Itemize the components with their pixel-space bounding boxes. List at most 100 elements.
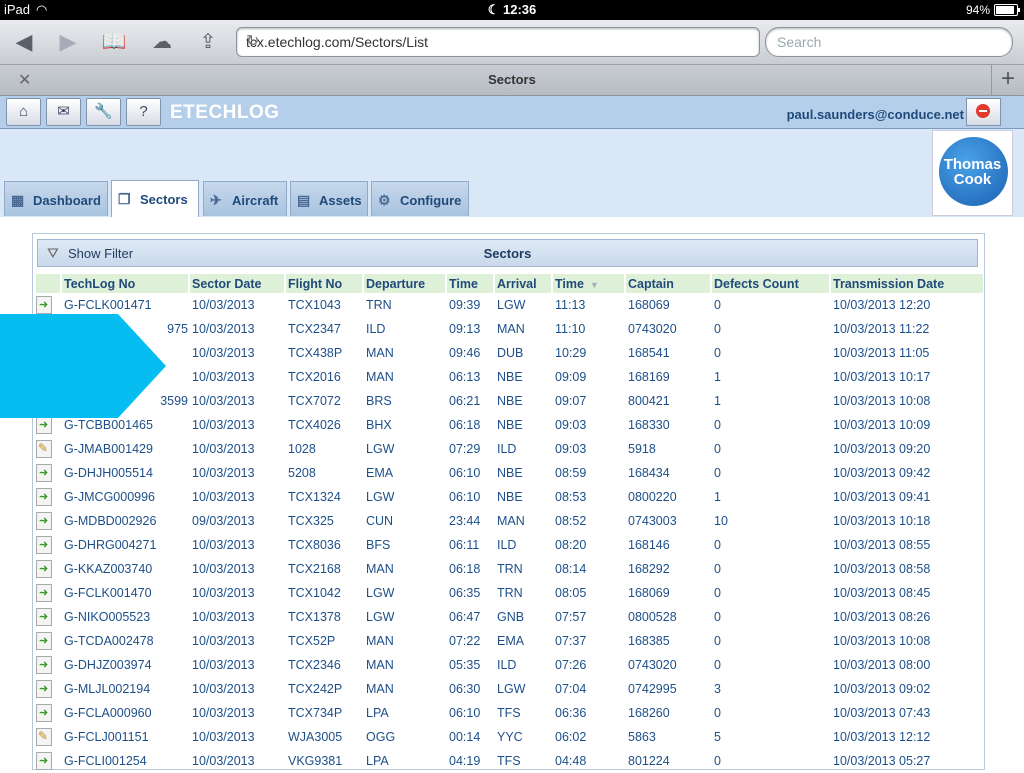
row-icon-cell[interactable]	[36, 533, 60, 557]
table-row[interactable]: G-NIKO005523 10/03/2013 TCX1378 LGW 06:47 GNB…	[36, 605, 983, 629]
table-row[interactable]: G-DHRG004271 10/03/2013 TCX8036 BFS 06:11 ILD…	[36, 533, 983, 557]
cell-arr-time: 08:14	[555, 562, 587, 576]
cell-techlog-no[interactable]: G-KKAZ003740	[62, 557, 188, 581]
row-icon-cell[interactable]	[36, 605, 60, 629]
cell-techlog-no[interactable]: G-MLJL002194	[62, 677, 188, 701]
open-document-icon[interactable]	[36, 536, 52, 554]
table-row[interactable]: G-TCDA002478 10/03/2013 TCX52P MAN 07:22 EMA 0…	[36, 629, 983, 653]
col-transmission-date[interactable]: Transmission Date	[831, 274, 983, 293]
home-button[interactable]: ⌂	[6, 98, 41, 126]
cell-techlog-no[interactable]: G-FCLI001254	[62, 749, 188, 773]
reload-icon[interactable]: ↻	[246, 31, 753, 51]
edit-document-icon[interactable]	[36, 440, 52, 458]
tools-button[interactable]: 🔧	[86, 98, 121, 126]
table-row[interactable]: G-DHJZ003974 10/03/2013 TCX2346 MAN 05:35 ILD…	[36, 653, 983, 677]
table-row[interactable]: G-KKAZ003740 10/03/2013 TCX2168 MAN 06:18 TRN…	[36, 557, 983, 581]
forward-icon[interactable]: ▶	[50, 29, 86, 55]
tab-title[interactable]: Sectors	[0, 72, 1024, 87]
cell-departure: EMA	[366, 466, 394, 480]
table-row[interactable]: G-JMCG000996 10/03/2013 TCX1324 LGW 06:10 NBE…	[36, 485, 983, 509]
col-sector-date[interactable]: Sector Date	[190, 274, 284, 293]
tab-sectors[interactable]: ❐ Sectors	[111, 180, 199, 217]
edit-document-icon[interactable]	[36, 728, 52, 746]
table-row[interactable]: G-FCLJ001151 10/03/2013 WJA3005 OGG 00:14 YYC…	[36, 725, 983, 749]
col-dep-time[interactable]: Time	[447, 274, 493, 293]
open-document-icon[interactable]	[36, 704, 52, 722]
open-document-icon[interactable]	[36, 656, 52, 674]
table-row[interactable]: G-DHJH005514 10/03/2013 5208 EMA 06:10 NBE 08:…	[36, 461, 983, 485]
table-row[interactable]: G-FCLI001254 10/03/2013 VKG9381 LPA 04:19 TFS…	[36, 749, 983, 773]
cell-techlog-no[interactable]: G-JMCG000996	[62, 485, 188, 509]
table-row[interactable]: 10/03/2013 TCX438P MAN 09:46 DUB 10:29 168541 0…	[36, 341, 983, 365]
open-document-icon[interactable]	[36, 584, 52, 602]
cell-techlog-no[interactable]: G-DHJZ003974	[62, 653, 188, 677]
logout-button[interactable]	[966, 98, 1001, 126]
open-document-icon[interactable]	[36, 752, 52, 770]
row-icon-cell[interactable]	[36, 749, 60, 773]
row-icon-cell[interactable]	[36, 461, 60, 485]
tab-configure[interactable]: ⚙ Configure	[371, 181, 469, 216]
table-row[interactable]: G-JMAB001429 10/03/2013 1028 LGW 07:29 ILD 09:…	[36, 437, 983, 461]
open-document-icon[interactable]	[36, 560, 52, 578]
mail-button[interactable]: ✉	[46, 98, 81, 126]
table-row[interactable]: G-FCLK001470 10/03/2013 TCX1042 LGW 06:35 TRN…	[36, 581, 983, 605]
cell-techlog-no[interactable]: G-FCLA000960	[62, 701, 188, 725]
open-document-icon[interactable]	[36, 680, 52, 698]
row-icon-cell[interactable]	[36, 485, 60, 509]
row-icon-cell[interactable]	[36, 653, 60, 677]
col-departure[interactable]: Departure	[364, 274, 445, 293]
new-tab-button[interactable]: +	[991, 65, 1024, 95]
row-icon-cell[interactable]	[36, 581, 60, 605]
col-flight-no[interactable]: Flight No	[286, 274, 362, 293]
back-icon[interactable]: ◀	[6, 29, 42, 55]
open-document-icon[interactable]	[36, 488, 52, 506]
col-arr-time[interactable]: Time ▼	[553, 274, 624, 293]
cell-techlog-no[interactable]: G-NIKO005523	[62, 605, 188, 629]
open-document-icon[interactable]	[36, 416, 52, 434]
row-icon-cell[interactable]	[36, 677, 60, 701]
tab-assets[interactable]: ▤ Assets	[290, 181, 368, 216]
cell-defects-count: 0	[714, 322, 721, 336]
row-icon-cell[interactable]	[36, 725, 60, 749]
open-document-icon[interactable]	[36, 296, 52, 314]
table-row[interactable]: 359910/03/2013TCX7072BRS06:21NBE09:07800…	[36, 389, 983, 413]
url-field[interactable]: tcx.etechlog.com/Sectors/List ↻	[236, 27, 760, 57]
open-document-icon[interactable]	[36, 512, 52, 530]
cell-techlog-no[interactable]: G-TCDA002478	[62, 629, 188, 653]
cell-techlog-no[interactable]: G-JMAB001429	[62, 437, 188, 461]
cell-techlog-no[interactable]: G-FCLK001470	[62, 581, 188, 605]
row-icon-cell[interactable]	[36, 509, 60, 533]
cell-techlog-no[interactable]: G-DHRG004271	[62, 533, 188, 557]
col-captain[interactable]: Captain	[626, 274, 710, 293]
cell-flight-no: TCX2346	[288, 658, 341, 672]
row-icon-cell[interactable]	[36, 437, 60, 461]
table-row[interactable]: G-FCLA000960 10/03/2013 TCX734P LPA 06:10 TFS…	[36, 701, 983, 725]
row-icon-cell[interactable]	[36, 701, 60, 725]
cloud-icon[interactable]: ☁	[144, 29, 180, 55]
search-field[interactable]: Search	[765, 27, 1013, 57]
table-row[interactable]: 97510/03/2013TCX2347ILD09:13MAN11:100743…	[36, 317, 983, 341]
tab-aircraft[interactable]: ✈ Aircraft	[203, 181, 287, 216]
cell-techlog-no[interactable]: G-FCLJ001151	[62, 725, 188, 749]
table-row[interactable]: G-MDBD002926 09/03/2013 TCX325 CUN 23:44 MAN 0…	[36, 509, 983, 533]
col-defects-count[interactable]: Defects Count	[712, 274, 829, 293]
table-row[interactable]: G-TCBB00146510/03/2013TCX4026BHX06:18NBE…	[36, 413, 983, 437]
bookmarks-icon[interactable]: 📖	[96, 29, 132, 55]
table-row[interactable]: 10/03/2013 TCX2016 MAN 06:13 NBE 09:09 168169 1…	[36, 365, 983, 389]
share-icon[interactable]: ⇪	[190, 29, 226, 55]
open-document-icon[interactable]	[36, 464, 52, 482]
row-icon-cell[interactable]	[36, 629, 60, 653]
tab-dashboard[interactable]: ▦ Dashboard	[4, 181, 108, 216]
col-techlog-no[interactable]: TechLog No	[62, 274, 188, 293]
cell-departure: LPA	[366, 706, 389, 720]
col-arrival[interactable]: Arrival	[495, 274, 551, 293]
help-button[interactable]: ?	[126, 98, 161, 126]
cell-techlog-no[interactable]: G-DHJH005514	[62, 461, 188, 485]
row-icon-cell[interactable]	[36, 557, 60, 581]
table-row[interactable]: G-MLJL002194 10/03/2013 TCX242P MAN 06:30 LGW…	[36, 677, 983, 701]
user-email[interactable]: paul.saunders@conduce.net	[787, 107, 964, 122]
open-document-icon[interactable]	[36, 608, 52, 626]
table-row[interactable]: G-FCLK00147110/03/2013TCX1043TRN09:39LGW…	[36, 293, 983, 317]
cell-techlog-no[interactable]: G-MDBD002926	[62, 509, 188, 533]
open-document-icon[interactable]	[36, 632, 52, 650]
